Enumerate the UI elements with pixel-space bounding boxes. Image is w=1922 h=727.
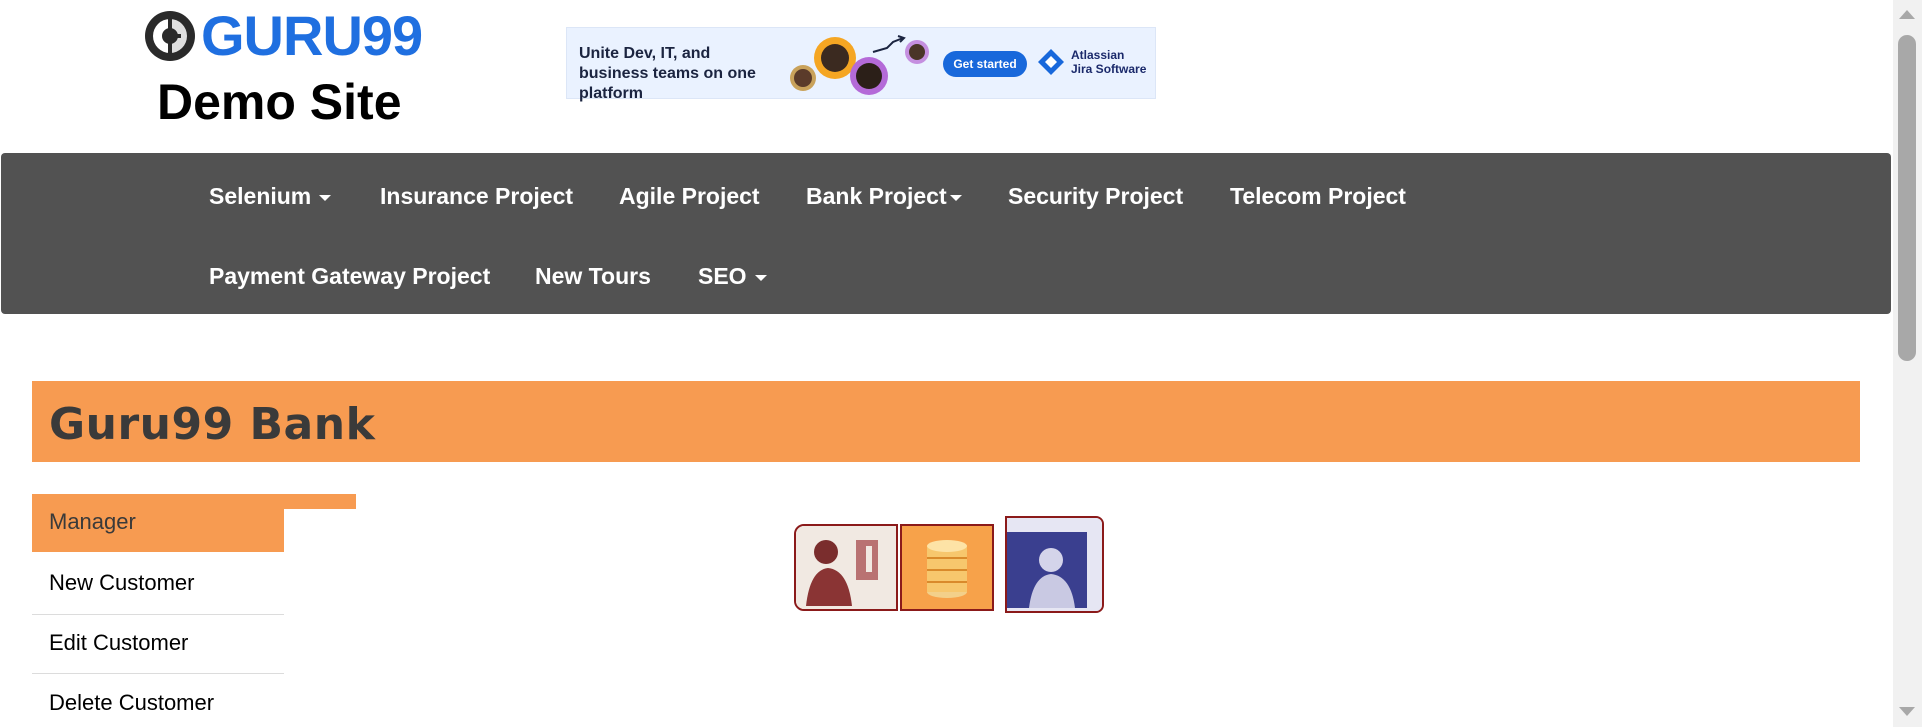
banner-panel-woman (1005, 516, 1104, 613)
nav-selenium[interactable]: Selenium (209, 183, 332, 210)
ad-brand: Atlassian Jira Software (1037, 48, 1146, 76)
nav-insurance-project[interactable]: Insurance Project (380, 183, 573, 210)
sidebar-divider (32, 614, 284, 615)
sidebar-item-manager[interactable]: Manager (49, 509, 136, 535)
page-title-bar: Guru99 Bank (32, 381, 1860, 462)
sidebar-divider (32, 673, 284, 674)
sidebar-item-new-customer[interactable]: New Customer (49, 570, 194, 596)
main-nav: Selenium Insurance Project Agile Project… (1, 153, 1891, 314)
bank-banner-image (794, 516, 1104, 613)
nav-security-project[interactable]: Security Project (1008, 183, 1183, 210)
ad-brand-line1: Atlassian (1071, 48, 1125, 62)
sidebar-item-edit-customer[interactable]: Edit Customer (49, 630, 188, 656)
nav-agile-project[interactable]: Agile Project (619, 183, 760, 210)
site-logo[interactable]: GURU99 Demo Site (145, 4, 425, 130)
sidebar-item-delete-customer[interactable]: Delete Customer (49, 690, 214, 716)
scroll-down-arrow-icon[interactable] (1899, 707, 1915, 716)
chevron-down-icon (754, 274, 767, 281)
site-subtitle: Demo Site (157, 74, 402, 130)
guru99-logo-icon (145, 11, 195, 61)
nav-bank-project[interactable]: Bank Project (806, 183, 962, 210)
logo-text: GURU99 (201, 4, 423, 67)
banner-panel-coins (900, 524, 994, 611)
ad-people-illustration (790, 35, 929, 95)
ad-banner[interactable]: Unite Dev, IT, and business teams on one… (566, 27, 1156, 102)
ad-brand-line2: Jira Software (1071, 62, 1147, 76)
nav-seo[interactable]: SEO (698, 263, 767, 290)
chevron-down-icon (949, 194, 962, 201)
nav-new-tours[interactable]: New Tours (535, 263, 651, 290)
jira-diamond-icon (1038, 49, 1064, 75)
chevron-down-icon (319, 194, 332, 201)
nav-telecom-project[interactable]: Telecom Project (1230, 183, 1406, 210)
scroll-up-arrow-icon[interactable] (1899, 10, 1915, 19)
banner-panel-person (794, 524, 898, 611)
ad-headline: Unite Dev, IT, and business teams on one… (579, 45, 756, 102)
nav-payment-gateway-project[interactable]: Payment Gateway Project (209, 263, 490, 290)
scrollbar-thumb[interactable] (1898, 35, 1916, 361)
ad-get-started-button[interactable]: Get started (943, 51, 1027, 77)
page-title: Guru99 Bank (49, 399, 376, 450)
